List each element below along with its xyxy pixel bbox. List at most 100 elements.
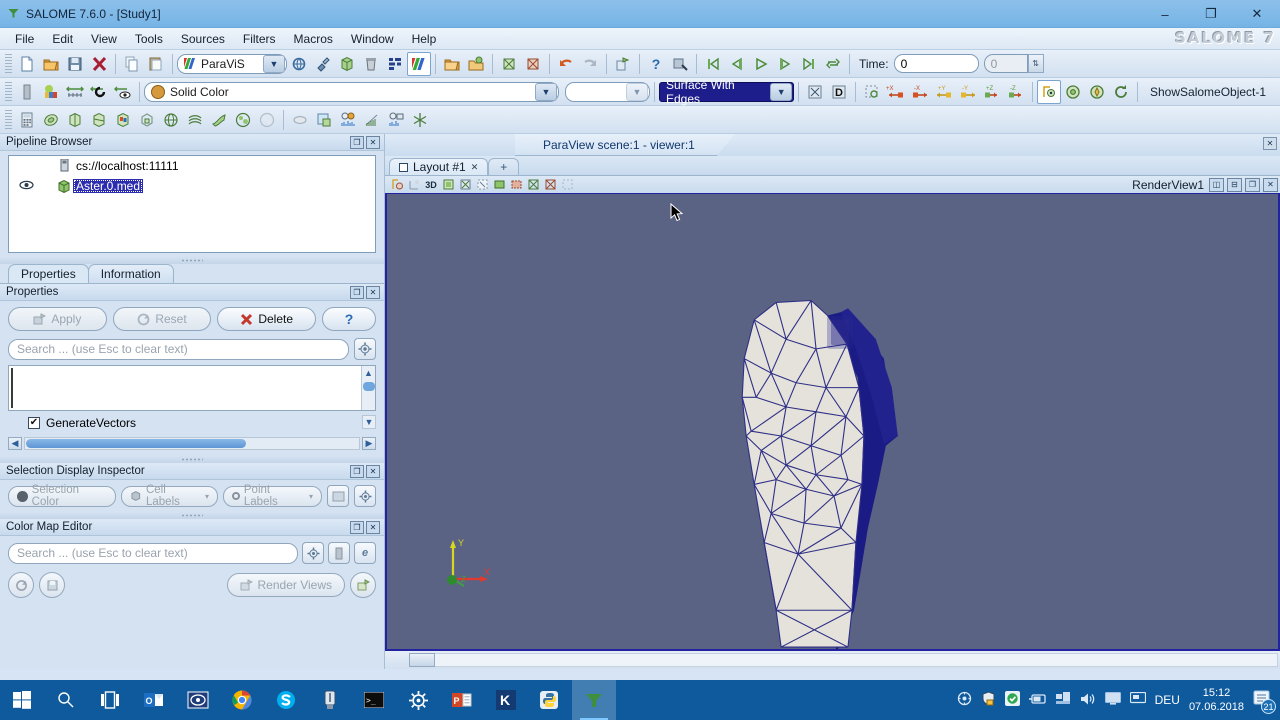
- skype-icon[interactable]: [264, 680, 308, 720]
- antivirus-icon[interactable]: [1004, 691, 1020, 709]
- show-center-axes-icon[interactable]: [1037, 79, 1061, 104]
- close-view-icon[interactable]: ✕: [1263, 177, 1278, 192]
- menu-help[interactable]: Help: [403, 30, 446, 48]
- pipeline-row-source[interactable]: Aster.0.med: [9, 176, 375, 196]
- time-input[interactable]: 0: [893, 54, 979, 73]
- chevron-down-icon[interactable]: ▼: [263, 54, 285, 73]
- zoom-to-box-icon[interactable]: [860, 80, 884, 104]
- delete-file-icon[interactable]: [87, 52, 111, 76]
- tab-properties[interactable]: Properties: [8, 264, 89, 283]
- scroll-left-icon[interactable]: ◀: [8, 436, 22, 450]
- whats-this-icon[interactable]: [668, 52, 692, 76]
- view-minus-y-icon[interactable]: -Y: [956, 80, 980, 104]
- notification-center-icon[interactable]: 21: [1253, 690, 1276, 714]
- display-icon[interactable]: [1104, 692, 1121, 708]
- close-icon[interactable]: ✕: [471, 162, 479, 173]
- menu-edit[interactable]: Edit: [43, 30, 82, 48]
- select-cells-through-icon[interactable]: [525, 177, 541, 193]
- vmware-icon[interactable]: [957, 691, 972, 709]
- menu-filters[interactable]: Filters: [234, 30, 285, 48]
- toggle-orientation-axes-icon[interactable]: [406, 177, 422, 193]
- module-combo[interactable]: ParaViS ▼: [177, 53, 287, 74]
- auto-render-toggle[interactable]: [350, 572, 376, 598]
- contour-filter-icon[interactable]: [39, 108, 63, 132]
- rescale-range-icon[interactable]: [63, 80, 87, 104]
- disconnect-mesh-icon[interactable]: [521, 52, 545, 76]
- extract-level-icon[interactable]: [255, 108, 279, 132]
- plane-source-icon[interactable]: [312, 108, 336, 132]
- view-minus-x-icon[interactable]: -X: [908, 80, 932, 104]
- time-index-input[interactable]: 0: [983, 54, 1028, 73]
- render-view-canvas[interactable]: Y X Z: [385, 194, 1280, 651]
- properties-search-input[interactable]: Search ... (use Esc to clear text): [8, 338, 349, 360]
- pick-center-icon[interactable]: [1085, 80, 1109, 104]
- trash-icon[interactable]: [359, 52, 383, 76]
- scene-tab[interactable]: ParaView scene:1 - viewer:1: [515, 134, 735, 156]
- extract-subset-icon[interactable]: [135, 108, 159, 132]
- representation-combo[interactable]: Surface With Edges ▼: [659, 78, 794, 106]
- previous-frame-icon[interactable]: [725, 52, 749, 76]
- warp-filter-icon[interactable]: [207, 108, 231, 132]
- close-icon[interactable]: ✕: [366, 135, 380, 149]
- hscroll-thumb[interactable]: [26, 438, 247, 448]
- scroll-up-icon[interactable]: ▲: [362, 366, 375, 379]
- tab-layout-1[interactable]: Layout #1 ✕: [389, 158, 489, 175]
- group-datasets-icon[interactable]: [231, 108, 255, 132]
- connect-server-icon[interactable]: [287, 52, 311, 76]
- monitor-icon[interactable]: [1129, 691, 1146, 708]
- undock-icon[interactable]: ❐: [350, 464, 364, 478]
- zoom-to-box-icon[interactable]: [474, 177, 490, 193]
- view-plus-y-icon[interactable]: +Y: [932, 80, 956, 104]
- snowflake-icon[interactable]: [408, 108, 432, 132]
- select-cells-icon[interactable]: [491, 177, 507, 193]
- copy-icon[interactable]: [120, 52, 144, 76]
- open-folder-icon[interactable]: [440, 52, 464, 76]
- open-file-icon[interactable]: [39, 52, 63, 76]
- task-view-icon[interactable]: [88, 680, 132, 720]
- gear-icon[interactable]: [354, 338, 376, 360]
- reset-camera-icon[interactable]: [457, 177, 473, 193]
- rescale-visible-icon[interactable]: [111, 80, 135, 104]
- menu-file[interactable]: File: [6, 30, 43, 48]
- edit-color-map-icon[interactable]: [39, 80, 63, 104]
- split-horizontal-icon[interactable]: ◫: [1209, 177, 1224, 192]
- undock-icon[interactable]: ❐: [350, 135, 364, 149]
- maximize-button[interactable]: ❐: [1188, 0, 1234, 28]
- selection-display-extra-button[interactable]: [327, 485, 349, 507]
- usb-icon[interactable]: [308, 680, 352, 720]
- kile-icon[interactable]: K: [484, 680, 528, 720]
- security-shield-icon[interactable]: [981, 691, 996, 709]
- plot-over-time-icon[interactable]: [336, 108, 360, 132]
- scene-close-icon[interactable]: ✕: [1263, 137, 1277, 150]
- pipeline-browser-tree[interactable]: cs://localhost:11111 Aster.0.med: [8, 155, 376, 253]
- windows-start-icon[interactable]: [0, 680, 44, 720]
- generate-vectors-checkbox-row[interactable]: ✔ GenerateVectors: [8, 414, 362, 432]
- save-colormap-button[interactable]: [39, 572, 65, 598]
- toolbar-grip[interactable]: [5, 53, 12, 74]
- paravis-module-icon[interactable]: [407, 51, 431, 76]
- point-labels-button[interactable]: Point Labels ▾: [223, 484, 322, 508]
- next-frame-icon[interactable]: [773, 52, 797, 76]
- link-icon[interactable]: [611, 52, 635, 76]
- disconnect-server-icon[interactable]: [311, 52, 335, 76]
- menu-window[interactable]: Window: [342, 30, 403, 48]
- split-vertical-icon[interactable]: ⊟: [1227, 177, 1242, 192]
- color-map-search-input[interactable]: Search ... (use Esc to clear text): [8, 542, 298, 564]
- menu-tools[interactable]: Tools: [126, 30, 172, 48]
- play-icon[interactable]: [749, 52, 773, 76]
- view-minus-z-icon[interactable]: -Z: [1004, 80, 1028, 104]
- rescale-custom-icon[interactable]: [87, 80, 111, 104]
- hscroll-thumb[interactable]: [409, 653, 435, 667]
- menu-view[interactable]: View: [82, 30, 126, 48]
- properties-vertical-scrollbar[interactable]: ▲: [361, 366, 375, 410]
- first-frame-icon[interactable]: [701, 52, 725, 76]
- minimize-button[interactable]: –: [1142, 0, 1188, 28]
- reset-button[interactable]: Reset: [112, 307, 212, 331]
- network-icon[interactable]: [1055, 692, 1071, 708]
- clock[interactable]: 15:12 07.06.2018: [1189, 686, 1244, 714]
- close-button[interactable]: ✕: [1234, 0, 1280, 28]
- save-file-icon[interactable]: [63, 52, 87, 76]
- reset-center-icon[interactable]: [1109, 80, 1133, 104]
- chevron-down-icon[interactable]: ▼: [626, 82, 648, 101]
- scalar-bar-icon[interactable]: [15, 80, 39, 104]
